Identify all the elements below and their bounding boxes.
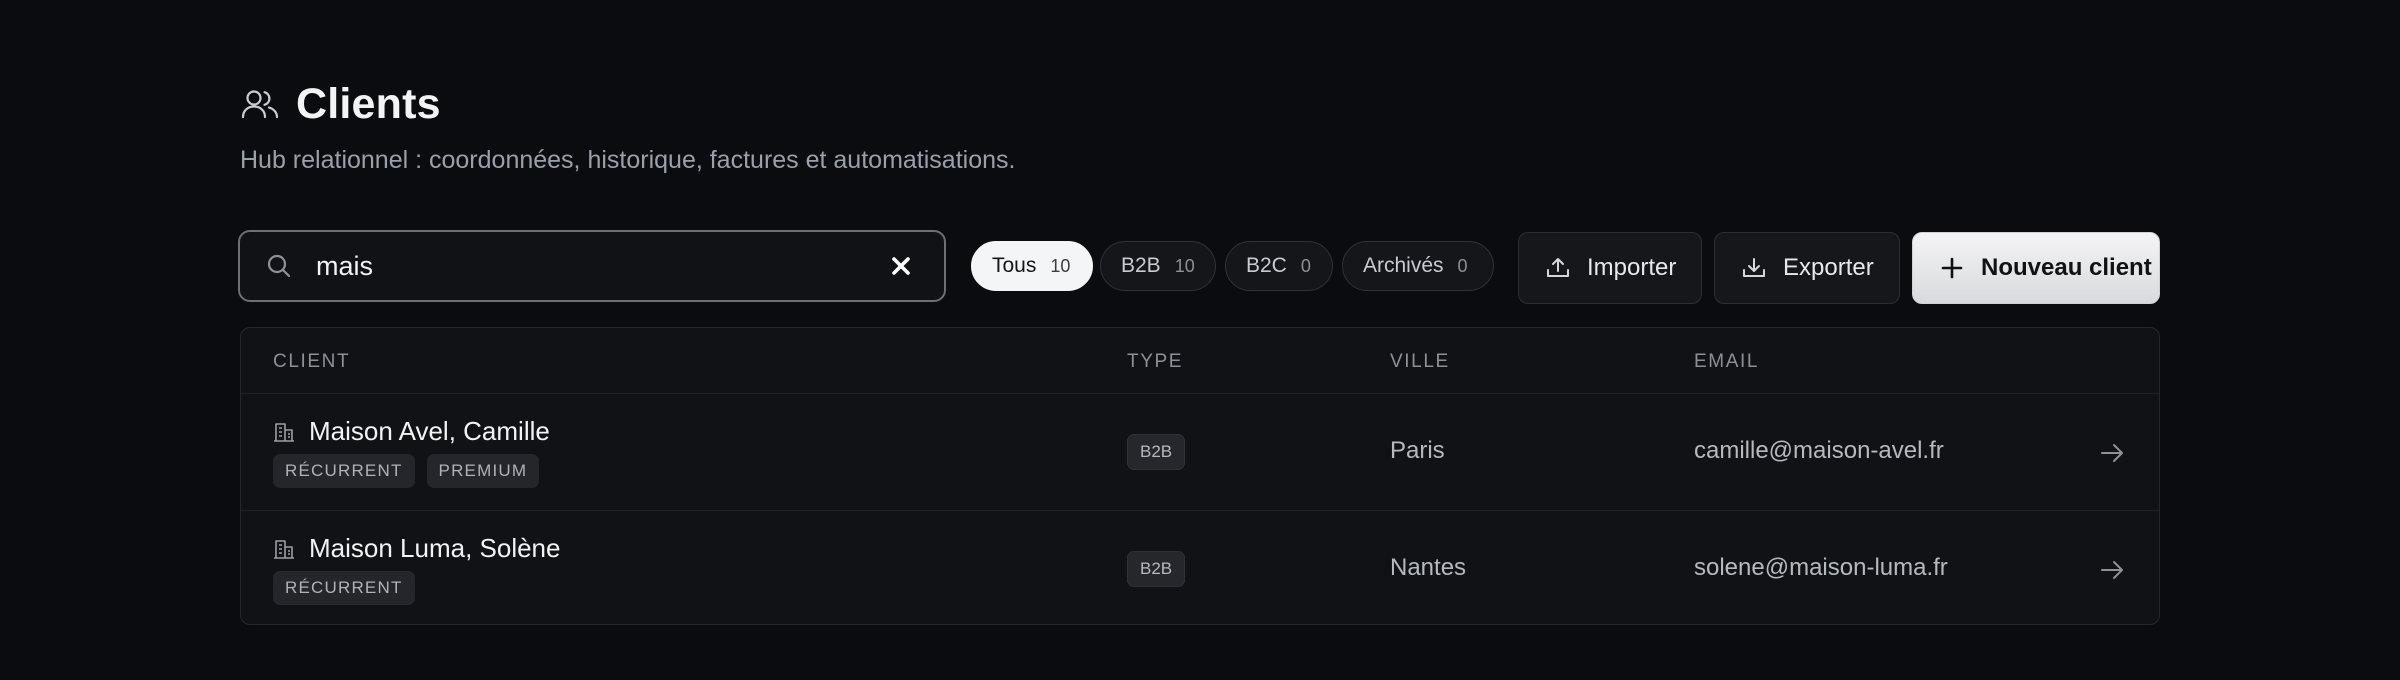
tag-badge: RÉCURRENT (273, 454, 415, 488)
table-row[interactable]: Maison Luma, Solène RÉCURRENT B2B Nantes… (241, 511, 2159, 624)
clients-page: Clients Hub relationnel : coordonnées, h… (0, 0, 2400, 680)
filter-chip-label: B2B (1121, 254, 1161, 277)
new-client-button-label: Nouveau client (1981, 254, 2152, 281)
email-cell: solene@maison-luma.fr (1694, 554, 1948, 581)
filter-chip-count: 10 (1050, 255, 1071, 276)
filter-chip-count: 10 (1174, 255, 1195, 276)
export-button-label: Exporter (1783, 254, 1874, 281)
email-cell: camille@maison-avel.fr (1694, 437, 1944, 464)
upload-icon (1547, 258, 1569, 277)
close-icon[interactable] (888, 253, 914, 279)
filter-chip-tous[interactable]: Tous 10 (971, 241, 1093, 291)
client-name: Maison Luma, Solène (309, 533, 561, 563)
filter-chip-label: Archivés (1363, 254, 1444, 277)
type-badge: B2B (1127, 551, 1186, 587)
city-cell: Paris (1390, 437, 1445, 464)
clients-table: CLIENT TYPE VILLE EMAIL Maison Avel, Cam… (240, 327, 2160, 625)
search-input[interactable] (314, 249, 888, 283)
table-row[interactable]: Maison Avel, Camille RÉCURRENT PREMIUM B… (241, 394, 2159, 511)
column-header-type: TYPE (1127, 351, 1184, 372)
tag-badge: RÉCURRENT (273, 571, 415, 605)
page-title: Clients (296, 79, 441, 128)
download-icon (1743, 258, 1765, 277)
filter-chip-label: B2C (1246, 254, 1287, 277)
users-icon (241, 90, 279, 119)
filter-chip-b2b[interactable]: B2B 10 (1100, 241, 1216, 291)
search-icon (267, 254, 291, 278)
filter-chip-count: 0 (1300, 255, 1311, 276)
client-tags: RÉCURRENT (273, 571, 427, 605)
new-client-button[interactable]: Nouveau client (1912, 232, 2160, 304)
page-subtitle: Hub relationnel : coordonnées, historiqu… (240, 146, 1016, 174)
filter-chip-b2c[interactable]: B2C 0 (1225, 241, 1333, 291)
arrow-right-icon[interactable] (2098, 439, 2126, 467)
search-box[interactable] (238, 230, 946, 302)
client-name: Maison Avel, Camille (309, 416, 550, 446)
filter-chip-archives[interactable]: Archivés 0 (1342, 241, 1494, 291)
column-header-ville: VILLE (1390, 351, 1450, 372)
tag-badge: PREMIUM (426, 454, 540, 488)
table-header: CLIENT TYPE VILLE EMAIL (241, 328, 2159, 394)
column-header-email: EMAIL (1694, 351, 1760, 372)
building-icon (274, 539, 294, 559)
plus-icon (1941, 257, 1963, 279)
client-tags: RÉCURRENT PREMIUM (273, 454, 551, 488)
client-cell: Maison Avel, Camille (273, 416, 550, 447)
page-header: Clients (240, 76, 441, 132)
client-cell: Maison Luma, Solène (273, 533, 560, 564)
arrow-right-icon[interactable] (2098, 556, 2126, 584)
city-cell: Nantes (1390, 554, 1467, 581)
type-badge: B2B (1127, 434, 1186, 470)
export-button[interactable]: Exporter (1714, 232, 1900, 304)
import-button[interactable]: Importer (1518, 232, 1702, 304)
building-icon (274, 422, 294, 442)
column-header-client: CLIENT (273, 351, 351, 372)
import-button-label: Importer (1587, 254, 1677, 281)
filter-chip-label: Tous (992, 254, 1037, 277)
filter-chip-count: 0 (1457, 255, 1468, 276)
